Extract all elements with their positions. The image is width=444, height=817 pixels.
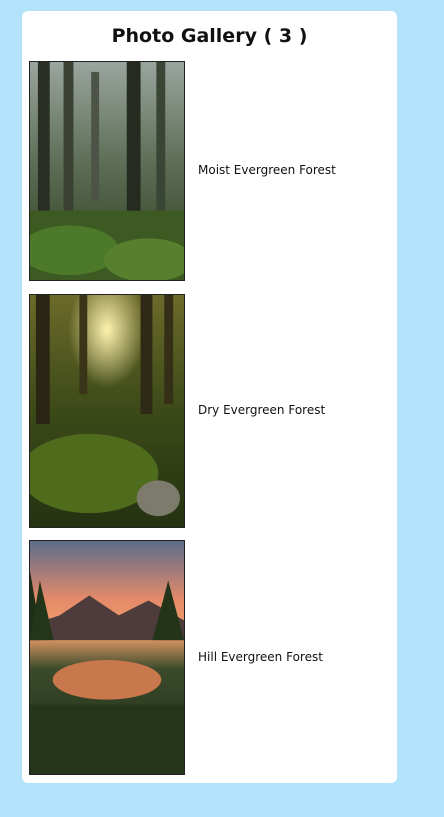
gallery-caption-2: Dry Evergreen Forest bbox=[198, 403, 326, 417]
gallery-photo-1[interactable] bbox=[29, 61, 185, 281]
sunlit-forest-image bbox=[30, 295, 184, 527]
mountain-lake-image bbox=[30, 541, 184, 774]
gallery-photo-3[interactable] bbox=[29, 540, 185, 775]
gallery-card: Photo Gallery ( 3 ) Moist Evergreen Fore… bbox=[22, 11, 397, 783]
misty-forest-image bbox=[30, 62, 184, 280]
gallery-caption-1: Moist Evergreen Forest bbox=[198, 163, 336, 177]
gallery-photo-2[interactable] bbox=[29, 294, 185, 528]
gallery-caption-3: Hill Evergreen Forest bbox=[198, 650, 323, 664]
gallery-title: Photo Gallery ( 3 ) bbox=[111, 25, 308, 47]
